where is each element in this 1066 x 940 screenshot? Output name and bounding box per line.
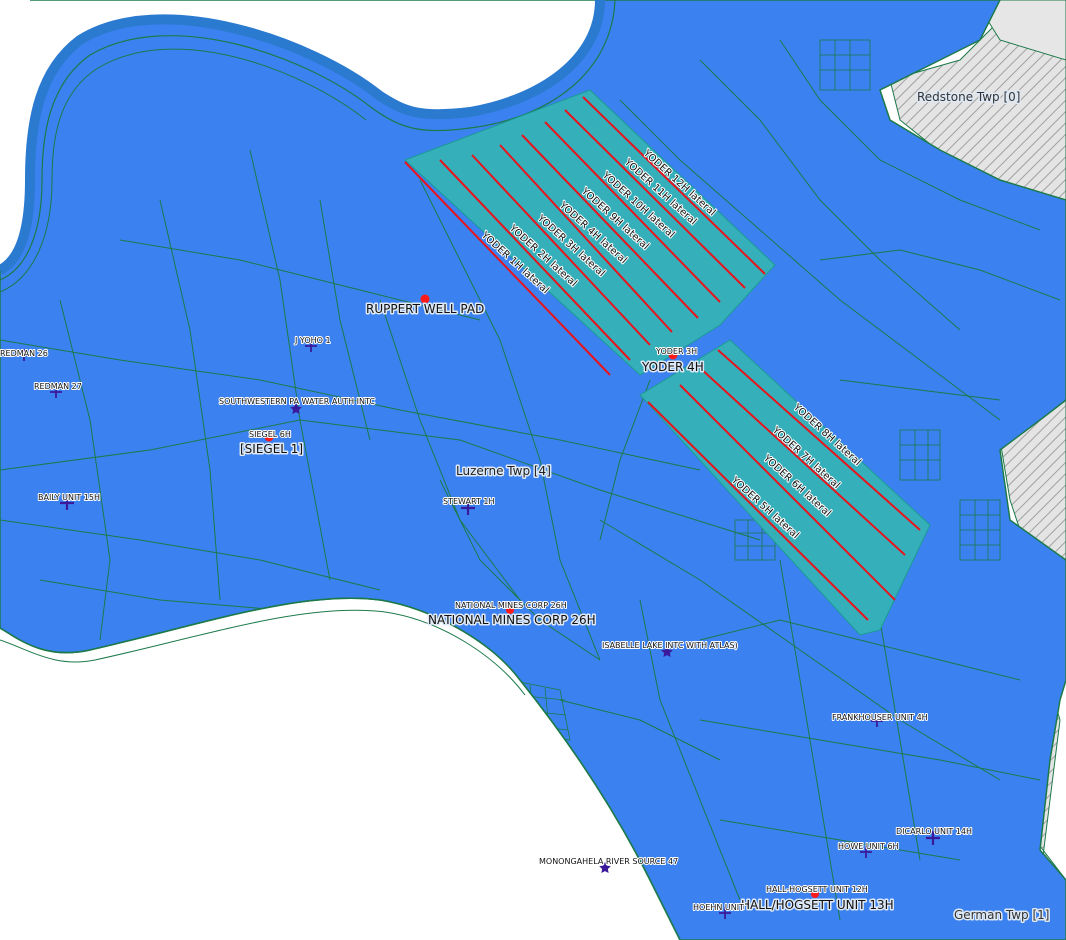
well-label: MONONGAHELA RIVER SOURCE 47 [539, 857, 678, 866]
well-label: NATIONAL MINES CORP 26H [455, 601, 567, 610]
well-label: YODER 3H [655, 347, 697, 356]
well-label: HOEHN UNIT [693, 903, 744, 912]
well-pad-label: NATIONAL MINES CORP 26H [428, 613, 596, 627]
well-label: HALL-HOGSETT UNIT 12H [766, 885, 868, 894]
well-label: REDMAN 27 [34, 382, 82, 391]
well-pad-label: RUPPERT WELL PAD [366, 302, 484, 316]
well-label: STEWART 1H [443, 497, 494, 506]
well-pad-label: HALL/HOGSETT UNIT 13H [741, 898, 894, 912]
well-label: BAILY UNIT 15H [38, 493, 100, 502]
well-label: ISABELLE LAKE INTC WITH ATLAS) [602, 641, 738, 650]
well-label: FRANKHOUSER UNIT 4H [832, 713, 928, 722]
well-label: DICARLO UNIT 14H [896, 827, 972, 836]
well-label: SIEGEL 6H [249, 430, 291, 439]
well-label: J YOHO 1 [294, 336, 331, 345]
well-label: REDMAN 26 [0, 349, 48, 358]
well-pad-label: YODER 4H [641, 360, 704, 374]
map-canvas[interactable]: Redstone Twp [0] Luzerne Twp [4] German … [0, 0, 1066, 940]
township-label: German Twp [1] [954, 908, 1049, 922]
map-view[interactable]: Redstone Twp [0] Luzerne Twp [4] German … [0, 0, 1066, 940]
township-label: Luzerne Twp [4] [456, 464, 551, 478]
well-label: SOUTHWESTERN PA WATER AUTH INTC [219, 397, 375, 406]
well-label: HOWE UNIT 6H [838, 842, 899, 851]
well-pad-label: [SIEGEL 1] [240, 442, 303, 456]
township-label: Redstone Twp [0] [917, 90, 1021, 104]
